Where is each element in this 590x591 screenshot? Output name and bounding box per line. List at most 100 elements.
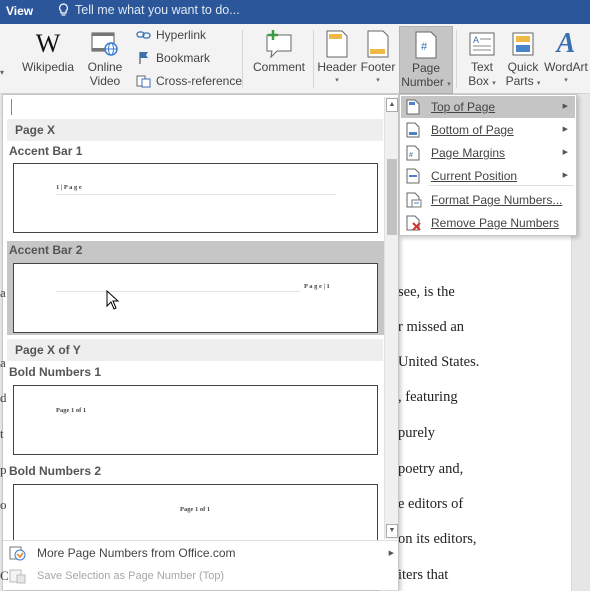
comment-label: Comment (252, 60, 305, 74)
page-margins-icon: # (406, 145, 420, 161)
cross-reference-label: Cross-reference (156, 74, 243, 88)
tell-me-bar: View Tell me what you want to do... (0, 0, 590, 24)
document-line: iters that (398, 567, 449, 583)
top-of-page-icon (406, 99, 420, 115)
more-page-numbers-item[interactable]: More Page Numbers from Office.com ▶ (9, 545, 394, 561)
gallery-top-item[interactable] (11, 99, 376, 115)
page-number-button[interactable]: # Page Number ▾ (399, 26, 453, 94)
bold-numbers-2-label: Bold Numbers 2 (9, 464, 102, 478)
scroll-down-icon[interactable]: ▼ (386, 524, 398, 538)
bookmark-button[interactable]: Bookmark (136, 51, 210, 65)
menu-item-top-of-page[interactable]: Top of Page ▶ (401, 96, 575, 118)
document-fragment: o (0, 497, 7, 512)
menu-item-bottom-of-page[interactable]: Bottom of Page ▶ (401, 119, 575, 141)
remove-page-numbers-label: Remove Page Numbers (431, 216, 560, 230)
gallery-footer: More Page Numbers from Office.com ▶ Save… (3, 540, 398, 590)
document-line: , featuring (398, 389, 458, 405)
overflow-caret[interactable]: ▾ (0, 68, 4, 77)
online-video-label-2: Video (89, 74, 121, 88)
view-tab[interactable]: View (6, 4, 33, 18)
wordart-button[interactable]: A WordArt ▾ (543, 28, 589, 88)
ribbon-separator (456, 30, 457, 88)
menu-item-remove-page-numbers[interactable]: Remove Page Numbers (401, 212, 575, 234)
ribbon: ▾ W Wikipedia Online Video Hyperlink Boo… (0, 24, 590, 94)
accent-bar-1-label: Accent Bar 1 (9, 144, 83, 158)
header-caret: ▾ (335, 77, 339, 84)
ribbon-separator (313, 30, 314, 88)
save-selection-icon (9, 569, 26, 584)
text-box-label-text: Box (468, 74, 489, 88)
wordart-label: WordArt (544, 60, 588, 74)
quick-parts-label-1: Quick (507, 60, 539, 74)
bold-numbers-1-preview-text: Page 1 of 1 (56, 407, 87, 414)
svg-text:#: # (409, 152, 413, 159)
accent-bar-1-preview-text: 1 | P a g e (56, 184, 82, 191)
footer-label: Footer (360, 60, 396, 74)
accent-bar-2-label: Accent Bar 2 (9, 243, 83, 257)
document-line: r missed an (398, 319, 465, 335)
bold-numbers-1-preview[interactable]: Page 1 of 1 (13, 385, 378, 455)
svg-text:#: # (421, 41, 428, 53)
footer-caret: ▾ (376, 77, 380, 84)
bold-numbers-2-preview[interactable]: Page 1 of 1 (13, 484, 378, 540)
document-fragment: a (0, 355, 6, 370)
wikipedia-icon: W (35, 29, 61, 58)
bookmark-icon (139, 52, 148, 64)
accent-bar-2-preview[interactable]: P a g e | 1 (13, 263, 378, 333)
header-button[interactable]: Header ▾ (316, 28, 358, 88)
mouse-cursor-icon (106, 290, 120, 310)
format-page-numbers-label: Format Page Numbers... (431, 193, 563, 207)
text-box-button[interactable]: A Text Box ▾ (460, 28, 504, 91)
svg-text:A: A (473, 35, 479, 45)
category-header-page-x-of-y: Page X of Y (7, 339, 383, 361)
current-position-label: Current Position (431, 169, 518, 183)
wikipedia-button[interactable]: W Wikipedia (20, 28, 76, 75)
online-video-icon (91, 32, 118, 56)
comment-button[interactable]: Comment (248, 28, 310, 74)
category-header-page-x: Page X (7, 119, 383, 141)
quick-parts-button[interactable]: Quick Parts ▾ (502, 28, 544, 91)
text-box-caret: ▾ (492, 80, 496, 87)
header-icon (326, 30, 348, 58)
menu-item-format-page-numbers[interactable]: Format Page Numbers... (401, 189, 575, 211)
hyperlink-label: Hyperlink (156, 28, 207, 42)
tell-me-text: Tell me what you want to do... (75, 3, 240, 17)
submenu-arrow-icon: ▶ (562, 172, 568, 179)
text-box-icon: A (469, 32, 495, 56)
online-video-button[interactable]: Online Video (82, 28, 128, 88)
cross-reference-icon (136, 75, 151, 88)
current-position-icon (406, 168, 420, 184)
document-line: purely (398, 425, 436, 441)
bottom-of-page-icon (406, 122, 420, 138)
top-of-page-label: Top of Page (431, 100, 496, 114)
bold-numbers-2-preview-text: Page 1 of 1 (180, 506, 211, 513)
page-number-label-1: Page (411, 61, 441, 75)
header-label: Header (317, 60, 357, 74)
page-number-icon: # (415, 31, 437, 59)
page-number-menu: Top of Page ▶ Bottom of Page ▶ # Page Ma… (399, 94, 577, 236)
wordart-icon: A (556, 28, 576, 59)
document-line: poetry and, (398, 461, 464, 477)
menu-item-current-position[interactable]: Current Position ▶ (401, 165, 575, 187)
hyperlink-button[interactable]: Hyperlink (136, 28, 206, 42)
preview-rule (56, 291, 300, 292)
page-number-label-text: Number (401, 75, 444, 89)
document-line: e editors of (398, 496, 464, 512)
scroll-up-icon[interactable]: ▲ (386, 98, 398, 112)
page-margins-label: Page Margins (431, 146, 506, 160)
bold-numbers-1-label: Bold Numbers 1 (9, 365, 102, 379)
cross-reference-button[interactable]: Cross-reference (136, 74, 242, 88)
scroll-thumb[interactable] (387, 159, 397, 235)
accent-bar-1-preview[interactable]: 1 | P a g e (13, 163, 378, 233)
ribbon-separator (242, 30, 243, 88)
footer-button[interactable]: Footer ▾ (358, 28, 398, 88)
tell-me-search[interactable]: Tell me what you want to do... (58, 3, 240, 17)
footer-icon (367, 30, 389, 58)
document-fragment: p (0, 462, 7, 477)
menu-item-page-margins[interactable]: # Page Margins ▶ (401, 142, 575, 164)
bottom-of-page-label: Bottom of Page (431, 123, 514, 137)
preview-rule (56, 194, 336, 195)
wikipedia-label: Wikipedia (21, 60, 75, 74)
menu-separator (428, 185, 574, 186)
gallery-scrollbar[interactable]: ▲ ▼ (384, 97, 398, 539)
